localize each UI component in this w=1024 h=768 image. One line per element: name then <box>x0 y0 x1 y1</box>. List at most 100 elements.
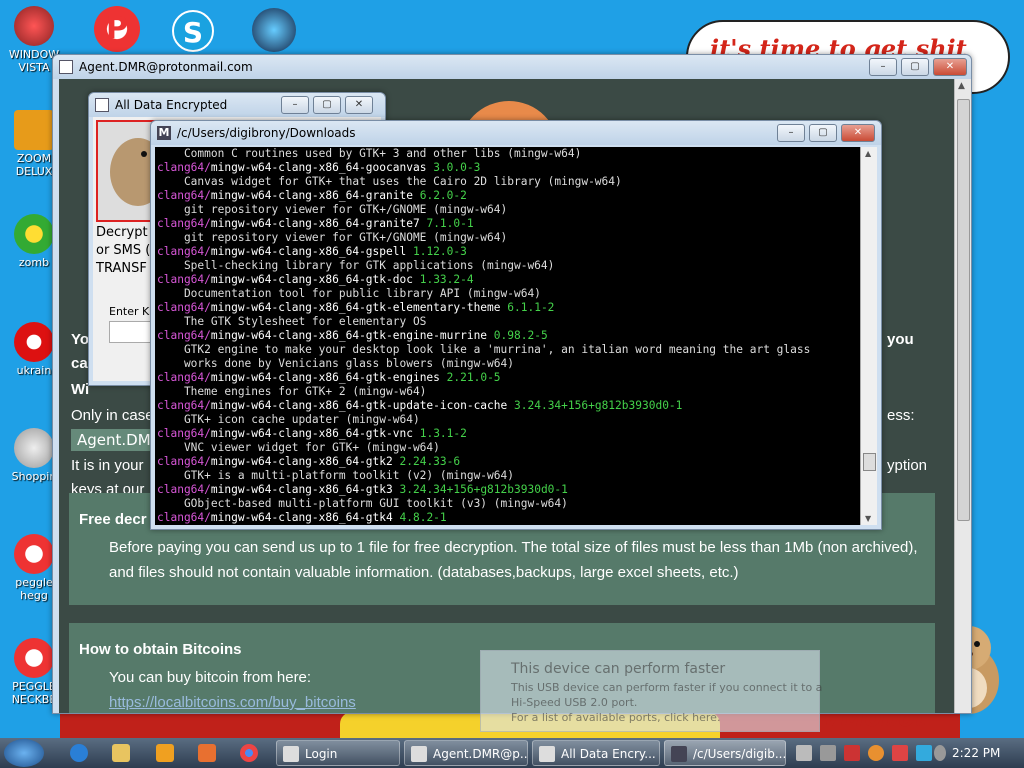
scroll-up-arrow-icon[interactable]: ▲ <box>865 149 871 158</box>
terminal-package-line: clang64/mingw-w64-clang-x86_64-gtk2 2.24… <box>157 455 859 469</box>
terminal-package-line: clang64/mingw-w64-clang-x86_64-gtk-vnc 1… <box>157 427 859 441</box>
free-decryption-title: Free decr <box>79 511 147 528</box>
tray-app-icon[interactable] <box>844 745 860 761</box>
maximize-button[interactable]: ▢ <box>901 58 929 76</box>
ransom-text-wi: Wi <box>71 381 90 398</box>
decrypt-text: Decrypt <box>96 225 148 240</box>
package-version: 3.0.0-3 <box>433 161 481 174</box>
taskbar-button-login[interactable]: Login <box>276 740 400 766</box>
minimize-button[interactable]: – <box>281 96 309 114</box>
start-button[interactable] <box>4 739 44 767</box>
scroll-down-arrow-icon[interactable]: ▼ <box>865 514 871 523</box>
notification-line-2: Hi-Speed USB 2.0 port. <box>511 696 638 709</box>
terminal-package-line: clang64/mingw-w64-clang-x86_64-gtk-engin… <box>157 371 859 385</box>
package-name: mingw-w64-clang-x86_64-gtk3 <box>210 483 393 496</box>
package-name: mingw-w64-clang-x86_64-gtk-vnc <box>210 427 413 440</box>
terminal-scrollbar[interactable]: ▲ ▼ <box>860 147 877 525</box>
package-name: mingw-w64-clang-x86_64-gtk-update-icon-c… <box>210 399 508 412</box>
ransom-text-yo: Yo <box>71 331 90 348</box>
only-in-case-text: Only in case <box>71 407 154 424</box>
package-repo: clang64/ <box>157 455 211 468</box>
folder-icon[interactable] <box>112 744 130 762</box>
terminal-description-line: Canvas widget for GTK+ that uses the Cai… <box>157 175 622 188</box>
package-repo: clang64/ <box>157 371 211 384</box>
terminal-description-line: The GTK Stylesheet for elementary OS <box>157 315 427 328</box>
package-version: 2.21.0-5 <box>446 371 501 384</box>
ransom-scrollbar[interactable]: ▲ <box>954 79 971 713</box>
package-repo: clang64/ <box>157 399 211 412</box>
package-repo: clang64/ <box>157 217 211 230</box>
maximize-button[interactable]: ▢ <box>809 124 837 142</box>
terminal-description-line: works done by Venicians glass blowers (m… <box>157 357 514 370</box>
terminal-package-line: clang64/mingw-w64-clang-x86_64-goocanvas… <box>157 161 859 175</box>
minimize-button[interactable]: – <box>777 124 805 142</box>
volume-icon[interactable] <box>934 745 946 761</box>
terminal-output[interactable]: Common C routines used by GTK+ 3 and oth… <box>155 147 877 525</box>
globe-app-icon[interactable] <box>252 8 296 52</box>
minimize-button[interactable]: – <box>869 58 897 76</box>
bitcoin-link[interactable]: https://localbitcoins.com/buy_bitcoins <box>109 690 356 713</box>
terminal-titlebar[interactable]: M /c/Users/digibrony/Downloads <box>151 121 881 145</box>
package-name: mingw-w64-clang-x86_64-goocanvas <box>210 161 427 174</box>
package-name: mingw-w64-clang-x86_64-gtk2 <box>210 455 393 468</box>
network-icon[interactable] <box>796 745 812 761</box>
terminal-description-line: Documentation tool for public library AP… <box>157 287 541 300</box>
transfer-text: TRANSF <box>96 261 147 276</box>
terminal-package-line: clang64/mingw-w64-clang-x86_64-gtk-updat… <box>157 399 859 413</box>
peggle-p-icon[interactable]: P <box>94 6 140 52</box>
close-button[interactable]: ✕ <box>933 58 967 76</box>
taskbar-button-terminal[interactable]: /c/Users/digib... <box>664 740 786 766</box>
package-repo: clang64/ <box>157 483 211 496</box>
terminal-scroll-thumb[interactable] <box>863 453 876 471</box>
terminal-package-line: clang64/mingw-w64-clang-x86_64-gtk-eleme… <box>157 301 859 315</box>
close-button[interactable]: ✕ <box>345 96 373 114</box>
terminal-lines: Common C routines used by GTK+ 3 and oth… <box>157 147 859 525</box>
obtain-bitcoins-text: You can buy bitcoin from here: <box>109 669 312 686</box>
ransom-titlebar[interactable]: Agent.DMR@protonmail.com <box>53 55 971 79</box>
package-name: mingw-w64-clang-x86_64-gtk-engines <box>210 371 440 384</box>
close-button[interactable]: ✕ <box>841 124 875 142</box>
maximize-button[interactable]: ▢ <box>313 96 341 114</box>
taskbar: Login Agent.DMR@p... All Data Encry... /… <box>0 738 1024 768</box>
package-name: mingw-w64-clang-x86_64-gspell <box>210 245 407 258</box>
ransom-window-title: Agent.DMR@protonmail.com <box>79 60 253 74</box>
package-repo: clang64/ <box>157 329 211 342</box>
taskbar-button-agent-dmr[interactable]: Agent.DMR@p... <box>404 740 528 766</box>
peggle-icon <box>14 638 54 678</box>
flower-icon <box>14 214 54 254</box>
scroll-up-arrow-icon[interactable]: ▲ <box>958 81 965 91</box>
terminal-package-line: clang64/mingw-w64-clang-x86_64-gtk-doc 1… <box>157 273 859 287</box>
usb-notification[interactable]: This device can perform faster This USB … <box>480 650 822 732</box>
free-decryption-text-2: and files should not contain valuable in… <box>109 564 739 581</box>
package-name: mingw-w64-clang-x86_64-gtk4 <box>210 511 393 524</box>
ransom-scroll-thumb[interactable] <box>957 99 970 521</box>
internet-explorer-icon[interactable] <box>70 744 88 762</box>
app-icon[interactable] <box>198 744 216 762</box>
terminal-package-line: clang64/mingw-w64-clang-x86_64-granite7 … <box>157 217 859 231</box>
taskbar-clock[interactable]: 2:22 PM <box>952 738 1000 768</box>
tray-app-icon[interactable] <box>820 745 836 761</box>
package-repo: clang64/ <box>157 189 211 202</box>
chrome-icon[interactable] <box>240 744 258 762</box>
ransom-text-ca: ca <box>71 355 88 372</box>
media-player-icon[interactable] <box>156 744 174 762</box>
skype-icon[interactable]: S <box>172 10 214 52</box>
package-repo: clang64/ <box>157 273 211 286</box>
package-version: 6.1.1-2 <box>507 301 555 314</box>
taskbar-button-all-data-encrypted[interactable]: All Data Encry... <box>532 740 660 766</box>
terminal-description-line: VNC viewer widget for GTK+ (mingw-w64) <box>157 441 440 454</box>
terminal-description-line: Spell-checking library for GTK applicati… <box>157 259 555 272</box>
radiation-icon <box>14 322 54 362</box>
display-icon[interactable] <box>916 745 932 761</box>
package-name: mingw-w64-clang-x86_64-granite <box>210 189 413 202</box>
decryption-suffix-text: yption <box>887 457 928 474</box>
package-version: 1.3.1-2 <box>419 427 467 440</box>
key-input[interactable] <box>109 321 151 343</box>
terminal-description-line: git repository viewer for GTK+/GNOME (mi… <box>157 203 508 216</box>
package-version: 1.12.0-3 <box>412 245 467 258</box>
package-name: mingw-w64-clang-x86_64-gtk-elementary-th… <box>210 301 501 314</box>
terminal-description-line: Common C routines used by GTK+ 3 and oth… <box>157 147 582 160</box>
tray-app-icon[interactable] <box>892 745 908 761</box>
search-icon[interactable] <box>868 745 884 761</box>
terminal-package-line: clang64/mingw-w64-clang-x86_64-gtk4 4.8.… <box>157 511 859 525</box>
